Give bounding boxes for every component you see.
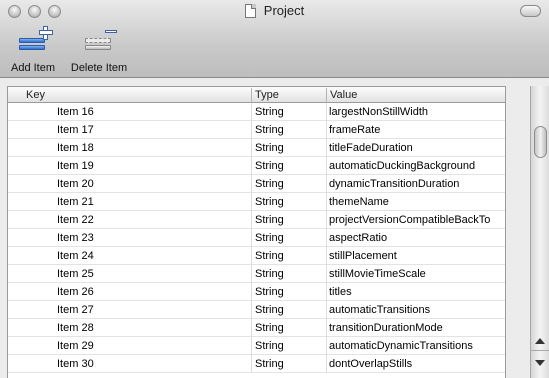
row-value-cell[interactable]: themeName xyxy=(326,193,505,211)
table-row[interactable]: Item 23 String aspectRatio xyxy=(8,229,505,247)
row-key-cell[interactable]: Item 17 xyxy=(8,121,251,139)
delete-item-label: Delete Item xyxy=(70,62,128,74)
title-bar: Project Add Item Delete Item xyxy=(0,0,549,78)
row-key-cell[interactable]: Item 24 xyxy=(8,247,251,265)
table-row[interactable]: Item 17 String frameRate xyxy=(8,121,505,139)
scroll-down-arrow-icon[interactable] xyxy=(535,360,545,366)
row-type-cell[interactable]: String xyxy=(251,139,326,157)
row-value-cell[interactable]: dontOverlapStills xyxy=(326,355,505,373)
table-header: Key Type Value xyxy=(8,86,505,103)
row-key-cell[interactable]: Item 23 xyxy=(8,229,251,247)
table-row[interactable]: Item 16 String largestNonStillWidth xyxy=(8,103,505,121)
column-header-key[interactable]: Key xyxy=(8,88,251,103)
vertical-scrollbar[interactable] xyxy=(530,86,549,378)
scroll-arrow-divider xyxy=(531,350,549,351)
row-key-cell[interactable]: Item 21 xyxy=(8,193,251,211)
row-value-cell[interactable]: titles xyxy=(326,283,505,301)
table-row[interactable]: Item 26 String titles xyxy=(8,283,505,301)
document-icon xyxy=(244,3,256,18)
plist-editor-window: Project Add Item Delete Item Key Type Va… xyxy=(0,0,549,378)
table-margin xyxy=(506,86,530,378)
row-value-cell[interactable]: stillMovieTimeScale xyxy=(326,265,505,283)
row-key-cell[interactable]: Item 16 xyxy=(8,103,251,121)
plist-table: Key Type Value Item 16 String largestNonSt… xyxy=(7,86,506,378)
row-type-cell[interactable]: String xyxy=(251,319,326,337)
row-type-cell[interactable]: String xyxy=(251,193,326,211)
table-row[interactable]: Item 24 String stillPlacement xyxy=(8,247,505,265)
row-value-cell[interactable]: automaticDuckingBackground xyxy=(326,157,505,175)
add-item-button[interactable]: Add Item xyxy=(7,26,59,74)
row-value-cell[interactable]: stillPlacement xyxy=(326,247,505,265)
column-header-value[interactable]: Value xyxy=(326,88,505,103)
delete-item-button[interactable]: Delete Item xyxy=(66,28,132,74)
table-row[interactable]: Item 18 String titleFadeDuration xyxy=(8,139,505,157)
row-value-cell[interactable]: titleFadeDuration xyxy=(326,139,505,157)
table-row[interactable]: Item 29 String automaticDynamicTransitions xyxy=(8,337,505,355)
row-value-cell[interactable]: automaticTransitions xyxy=(326,301,505,319)
row-value-cell[interactable]: automaticDynamicTransitions xyxy=(326,337,505,355)
row-type-cell[interactable]: String xyxy=(251,355,326,373)
row-key-cell[interactable]: Item 20 xyxy=(8,175,251,193)
row-value-cell[interactable]: transitionDurationMode xyxy=(326,319,505,337)
row-type-cell[interactable]: String xyxy=(251,103,326,121)
row-key-cell[interactable]: Item 28 xyxy=(8,319,251,337)
row-type-cell[interactable]: String xyxy=(251,283,326,301)
row-type-cell[interactable]: String xyxy=(251,265,326,283)
row-value-cell[interactable]: projectVersionCompatibleBackTo xyxy=(326,211,505,229)
add-item-label: Add Item xyxy=(10,62,56,74)
row-key-cell[interactable]: Item 29 xyxy=(8,337,251,355)
row-value-cell[interactable]: dynamicTransitionDuration xyxy=(326,175,505,193)
window-title: Project xyxy=(263,3,305,18)
window-title-area: Project xyxy=(0,3,549,21)
row-value-cell[interactable]: largestNonStillWidth xyxy=(326,103,505,121)
table-row[interactable]: Item 27 String automaticTransitions xyxy=(8,301,505,319)
row-value-cell[interactable]: aspectRatio xyxy=(326,229,505,247)
row-key-cell[interactable]: Item 25 xyxy=(8,265,251,283)
row-type-cell[interactable]: String xyxy=(251,229,326,247)
table-row[interactable]: Item 20 String dynamicTransitionDuration xyxy=(8,175,505,193)
row-key-cell[interactable]: Item 18 xyxy=(8,139,251,157)
row-type-cell[interactable]: String xyxy=(251,211,326,229)
row-type-cell[interactable]: String xyxy=(251,157,326,175)
row-type-cell[interactable]: String xyxy=(251,175,326,193)
row-key-cell[interactable]: Item 19 xyxy=(8,157,251,175)
table-row[interactable]: Item 22 String projectVersionCompatibleBac… xyxy=(8,211,505,229)
row-type-cell[interactable]: String xyxy=(251,301,326,319)
scrollbar-thumb[interactable] xyxy=(534,126,547,158)
table-row[interactable]: Item 28 String transitionDurationMode xyxy=(8,319,505,337)
row-value-cell[interactable]: frameRate xyxy=(326,121,505,139)
table-body: Item 16 String largestNonStillWidth Item 17… xyxy=(8,103,505,373)
toolbar-toggle-button[interactable] xyxy=(520,5,541,17)
row-type-cell[interactable]: String xyxy=(251,247,326,265)
table-row[interactable]: Item 25 String stillMovieTimeScale xyxy=(8,265,505,283)
table-row[interactable]: Item 30 String dontOverlapStills xyxy=(8,355,505,373)
row-key-cell[interactable]: Item 26 xyxy=(8,283,251,301)
row-key-cell[interactable]: Item 27 xyxy=(8,301,251,319)
column-header-type[interactable]: Type xyxy=(251,88,326,103)
row-key-cell[interactable]: Item 30 xyxy=(8,355,251,373)
scroll-up-arrow-icon[interactable] xyxy=(535,338,545,344)
row-type-cell[interactable]: String xyxy=(251,121,326,139)
row-key-cell[interactable]: Item 22 xyxy=(8,211,251,229)
row-type-cell[interactable]: String xyxy=(251,337,326,355)
add-item-icon xyxy=(17,26,53,58)
table-row[interactable]: Item 19 String automaticDuckingBackground xyxy=(8,157,505,175)
table-row[interactable]: Item 21 String themeName xyxy=(8,193,505,211)
delete-item-icon xyxy=(83,28,117,58)
